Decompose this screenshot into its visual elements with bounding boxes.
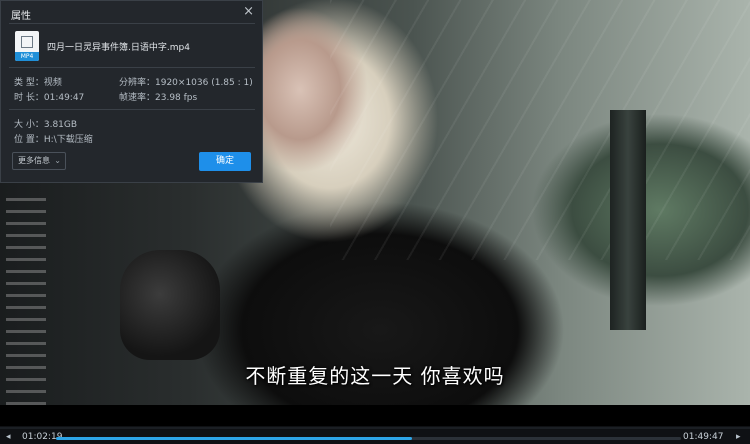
location-field: 位 置：H:\下载压缩 — [14, 135, 93, 145]
header-divider — [9, 67, 255, 68]
frame-rate-field: 帧速率：23.98 fps — [119, 93, 198, 103]
ok-button[interactable]: 确定 — [199, 152, 251, 171]
close-icon[interactable]: × — [243, 4, 254, 19]
mp4-file-icon: MP4 — [15, 31, 39, 61]
more-info-label: 更多信息 — [18, 156, 50, 165]
skip-back-icon[interactable]: ◂ — [6, 432, 11, 442]
film-glyph-icon — [21, 36, 33, 48]
chevron-down-icon: ⌄ — [54, 156, 61, 165]
total-time: 01:49:47 — [683, 432, 724, 442]
gloved-hand — [120, 250, 220, 360]
file-name: 四月一日灵异事件簿.日语中字.mp4 — [47, 43, 190, 53]
skip-forward-icon[interactable]: ▸ — [736, 432, 741, 442]
control-bar-top-line — [0, 427, 750, 429]
title-divider — [9, 23, 255, 24]
background-pillar — [610, 110, 646, 330]
file-type-badge: MP4 — [15, 52, 39, 61]
duration-field: 时 长：01:49:47 — [14, 93, 85, 103]
resolution-field: 分辨率：1920×1036 (1.85 : 1) — [119, 78, 253, 88]
properties-dialog: 属性 × MP4 四月一日灵异事件簿.日语中字.mp4 类 型：视频 分辨率：1… — [0, 0, 263, 183]
progress-bar[interactable] — [56, 437, 681, 440]
type-field: 类 型：视频 — [14, 78, 62, 88]
more-info-button[interactable]: 更多信息 ⌄ — [12, 152, 66, 170]
info-divider — [9, 109, 255, 110]
subtitle-text: 不断重复的这一天 你喜欢吗 — [245, 364, 505, 388]
dialog-title: 属性 — [11, 11, 31, 22]
size-field: 大 小：3.81GB — [14, 120, 78, 130]
background-beams — [330, 0, 750, 260]
progress-fill — [56, 437, 413, 440]
